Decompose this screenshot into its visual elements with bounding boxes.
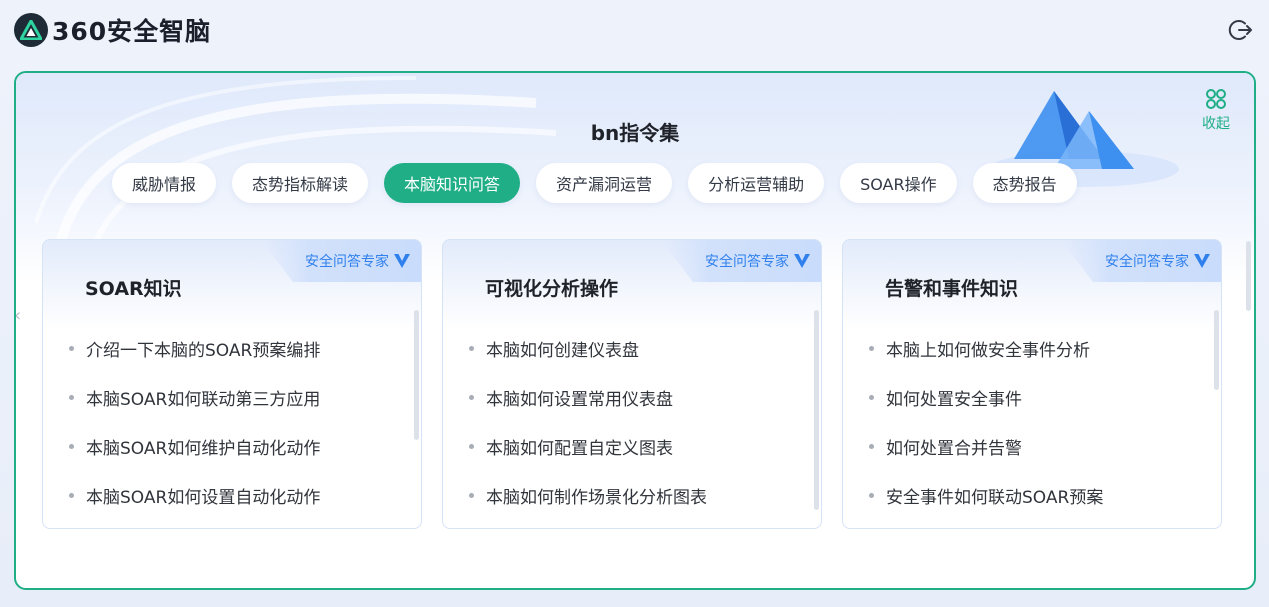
bullet-icon bbox=[869, 346, 874, 351]
question-item[interactable]: 如何处置合并告警 bbox=[869, 422, 1103, 471]
question-text: 本脑如何创建仪表盘 bbox=[486, 341, 639, 361]
category-tabs: 威胁情报 态势指标解读 本脑知识问答 资产漏洞运营 分析运营辅助 SOAR操作 … bbox=[112, 163, 1077, 203]
question-text: 本脑如何配置自定义图表 bbox=[486, 439, 673, 459]
card-title: 可视化分析操作 bbox=[485, 278, 619, 300]
top-bar: 360安全智脑 bbox=[0, 0, 1269, 60]
tab-asset-vuln-ops[interactable]: 资产漏洞运营 bbox=[536, 163, 673, 203]
panel-title: bn指令集 bbox=[590, 121, 680, 145]
question-text: 本脑如何设置常用仪表盘 bbox=[486, 390, 673, 410]
question-item[interactable]: 本脑上如何做安全事件分析 bbox=[869, 324, 1103, 373]
tab-posture-indicators[interactable]: 态势指标解读 bbox=[232, 163, 369, 203]
bullet-icon bbox=[869, 493, 874, 498]
panel-scrollbar[interactable] bbox=[1246, 241, 1251, 311]
tab-analysis-ops-assist[interactable]: 分析运营辅助 bbox=[688, 163, 825, 203]
collapse-icon bbox=[1206, 89, 1226, 109]
a-logo-icon bbox=[14, 13, 48, 47]
question-item[interactable]: 本脑如何制作场景化分析图表 bbox=[469, 471, 707, 520]
card-list: 安全问答专家 SOAR知识 介绍一下本脑的SOAR预案编排 本脑SOAR如何联动… bbox=[42, 239, 1222, 529]
badge-label: 安全问答专家 bbox=[305, 254, 389, 270]
question-text: 如何处置合并告警 bbox=[886, 439, 1022, 459]
question-item[interactable]: 本脑SOAR如何设置自动化动作 bbox=[69, 471, 320, 520]
question-item[interactable]: 本脑如何配置自定义图表 bbox=[469, 422, 707, 471]
question-item[interactable]: 本脑SOAR如何联动第三方应用 bbox=[69, 373, 320, 422]
badge-label: 安全问答专家 bbox=[705, 254, 789, 270]
card-badge: 安全问答专家 bbox=[661, 240, 821, 282]
question-item[interactable]: 安全事件如何联动SOAR预案 bbox=[869, 471, 1103, 520]
question-text: 介绍一下本脑的SOAR预案编排 bbox=[86, 341, 321, 361]
badge-label: 安全问答专家 bbox=[1105, 254, 1189, 270]
bullet-icon bbox=[69, 346, 74, 351]
bullet-icon bbox=[469, 444, 474, 449]
bullet-icon bbox=[69, 493, 74, 498]
tab-soar-ops[interactable]: SOAR操作 bbox=[840, 163, 957, 203]
question-text: 安全事件如何联动SOAR预案 bbox=[886, 488, 1104, 508]
command-set-panel: 收起 bn指令集 威胁情报 态势指标解读 本脑知识问答 资产漏洞运营 分析运营辅… bbox=[14, 71, 1256, 590]
question-text: 本脑SOAR如何维护自动化动作 bbox=[86, 439, 321, 459]
question-text: 本脑SOAR如何设置自动化动作 bbox=[86, 488, 321, 508]
bullet-icon bbox=[469, 346, 474, 351]
card-title: 告警和事件知识 bbox=[885, 278, 1019, 300]
card-scrollbar[interactable] bbox=[414, 310, 419, 440]
question-item[interactable]: 介绍一下本脑的SOAR预案编排 bbox=[69, 324, 320, 373]
question-item[interactable]: 本脑如何创建仪表盘 bbox=[469, 324, 707, 373]
card-title: SOAR知识 bbox=[85, 278, 182, 300]
tab-posture-report[interactable]: 态势报告 bbox=[972, 163, 1077, 203]
card-badge: 安全问答专家 bbox=[1061, 240, 1221, 282]
bullet-icon bbox=[469, 395, 474, 400]
question-text: 如何处置安全事件 bbox=[886, 390, 1022, 410]
logout-icon[interactable] bbox=[1227, 16, 1255, 44]
v-badge-icon bbox=[1194, 254, 1210, 268]
bullet-icon bbox=[869, 395, 874, 400]
bullet-icon bbox=[469, 493, 474, 498]
bullet-icon bbox=[869, 444, 874, 449]
v-badge-icon bbox=[394, 254, 410, 268]
card-visual-analysis: 安全问答专家 可视化分析操作 本脑如何创建仪表盘 本脑如何设置常用仪表盘 本脑如… bbox=[442, 239, 822, 529]
question-text: 本脑上如何做安全事件分析 bbox=[886, 341, 1090, 361]
card-badge: 安全问答专家 bbox=[261, 240, 421, 282]
card-alert-event-knowledge: 安全问答专家 告警和事件知识 本脑上如何做安全事件分析 如何处置安全事件 如何处… bbox=[842, 239, 1222, 529]
bullet-icon bbox=[69, 395, 74, 400]
tab-knowledge-qa[interactable]: 本脑知识问答 bbox=[384, 163, 521, 203]
question-item[interactable]: 本脑SOAR如何维护自动化动作 bbox=[69, 422, 320, 471]
card-scrollbar[interactable] bbox=[814, 310, 819, 510]
brand-text: 360安全智脑 bbox=[52, 17, 212, 46]
question-item[interactable]: 如何处置安全事件 bbox=[869, 373, 1103, 422]
question-item[interactable]: 本脑如何设置常用仪表盘 bbox=[469, 373, 707, 422]
bullet-icon bbox=[69, 444, 74, 449]
card-scrollbar[interactable] bbox=[1214, 310, 1219, 390]
v-badge-icon bbox=[794, 254, 810, 268]
question-text: 本脑SOAR如何联动第三方应用 bbox=[86, 390, 321, 410]
brand[interactable]: 360安全智脑 bbox=[14, 12, 211, 48]
chevron-left-icon[interactable]: ‹ bbox=[16, 305, 21, 326]
card-soar-knowledge: 安全问答专家 SOAR知识 介绍一下本脑的SOAR预案编排 本脑SOAR如何联动… bbox=[42, 239, 422, 529]
tab-threat-intel[interactable]: 威胁情报 bbox=[112, 163, 217, 203]
question-text: 本脑如何制作场景化分析图表 bbox=[486, 488, 707, 508]
